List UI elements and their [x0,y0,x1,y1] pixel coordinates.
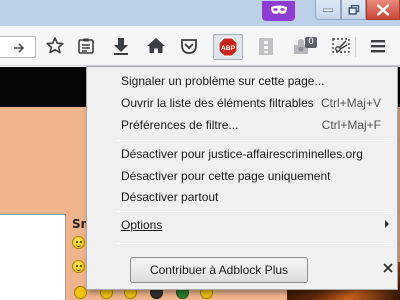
download-button[interactable] [110,35,132,57]
page-icon [259,38,273,55]
menu-item-options[interactable]: Options [121,216,162,234]
restore-button[interactable] [341,0,366,20]
menu-shortcut-open-blockable: Ctrl+Maj+V [320,96,381,110]
adblock-plus-icon: ABP [218,37,238,57]
menu-item-filter-preferences[interactable]: Préférences de filtre... [121,116,238,134]
navigation-toolbar: ABP [0,26,400,66]
submenu-arrow-icon [385,220,389,228]
menu-item-disable-page[interactable]: Désactiver pour cette page uniquement [121,167,330,185]
home-icon [147,38,165,53]
smiley-emoticon[interactable] [72,236,85,249]
hamburger-menu-icon [371,40,385,53]
minimize-icon [323,8,333,12]
url-bar[interactable] [0,36,36,58]
menu-close-button[interactable] [382,262,394,274]
reading-list-icon [78,38,94,54]
title-bar [0,0,400,26]
bookmark-star-button[interactable] [44,35,66,57]
abp-logo-text: ABP [221,45,236,52]
blocked-count-badge: 0 [305,37,317,48]
pocket-icon [181,39,197,54]
page-button[interactable] [255,35,277,57]
toolbar-separator [355,37,356,57]
private-browsing-mask-icon [262,1,295,21]
menu-item-report-issue[interactable]: Signaler un problème sur cette page... [121,72,324,90]
download-icon [114,38,128,55]
menu-separator [117,211,393,212]
home-button[interactable] [145,35,167,57]
contribute-button[interactable]: Contribuer à Adblock Plus [130,257,308,283]
adblock-plus-button[interactable]: ABP [213,34,243,60]
menu-separator [117,140,393,141]
restore-icon [348,4,359,15]
menu-separator [117,243,393,244]
reading-list-button[interactable] [75,35,97,57]
screenshot-button[interactable] [330,35,352,57]
hamburger-menu-button[interactable] [367,35,389,57]
smiley-emoticon[interactable] [72,260,85,273]
close-icon [383,263,393,273]
forward-arrow-icon[interactable] [13,42,25,54]
bookmark-star-icon [46,37,64,54]
close-icon [377,4,389,15]
close-window-button[interactable] [366,0,400,20]
menu-item-open-blockable[interactable]: Ouvrir la liste des éléments filtrables [121,94,314,112]
minimize-button[interactable] [315,0,341,20]
menu-item-disable-site[interactable]: Désactiver pour justice-affairescriminel… [121,145,363,163]
adblock-plus-menu: Signaler un problème sur cette page... O… [86,66,398,290]
page-content-box [0,214,66,300]
screenshot-icon [332,38,350,53]
pocket-button[interactable] [178,35,200,57]
menu-shortcut-filter-preferences: Ctrl+Maj+F [321,118,381,132]
menu-item-disable-everywhere[interactable]: Désactiver partout [121,188,218,206]
